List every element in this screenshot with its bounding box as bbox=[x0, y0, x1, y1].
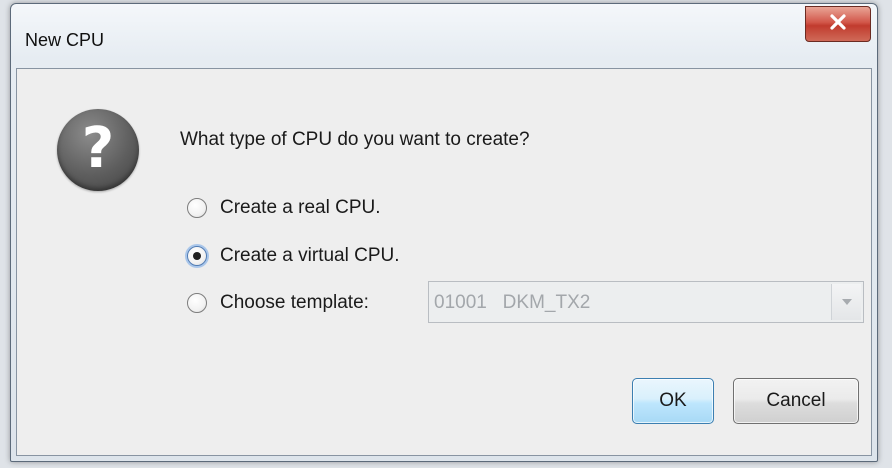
radio-option-real-cpu[interactable]: Create a real CPU. bbox=[187, 197, 381, 219]
radio-virtual-cpu[interactable] bbox=[187, 246, 207, 266]
chevron-down-icon bbox=[841, 293, 853, 311]
title-bar[interactable]: New CPU bbox=[11, 4, 877, 66]
radio-option-template[interactable]: Choose template: bbox=[187, 292, 369, 314]
question-mark-glyph: ? bbox=[81, 116, 115, 181]
template-select[interactable]: 01001 DKM_TX2 bbox=[428, 281, 864, 323]
question-icon: ? bbox=[57, 109, 139, 191]
radio-label-virtual-cpu[interactable]: Create a virtual CPU. bbox=[220, 245, 400, 267]
close-icon bbox=[828, 13, 848, 36]
dialog-window: New CPU ? What type of CPU do you want t… bbox=[10, 3, 878, 462]
template-select-arrow[interactable] bbox=[831, 284, 861, 320]
radio-option-virtual-cpu[interactable]: Create a virtual CPU. bbox=[187, 245, 400, 267]
radio-label-real-cpu[interactable]: Create a real CPU. bbox=[220, 197, 381, 219]
ok-button[interactable]: OK bbox=[632, 378, 714, 424]
radio-choose-template[interactable] bbox=[187, 293, 207, 313]
close-button[interactable] bbox=[805, 6, 871, 42]
window-title: New CPU bbox=[25, 30, 105, 50]
radio-selected-dot bbox=[193, 252, 201, 260]
radio-real-cpu[interactable] bbox=[187, 198, 207, 218]
dialog-message: What type of CPU do you want to create? bbox=[180, 129, 530, 150]
dialog-content: ? What type of CPU do you want to create… bbox=[16, 68, 872, 456]
template-select-value: 01001 DKM_TX2 bbox=[434, 292, 591, 313]
cancel-button[interactable]: Cancel bbox=[733, 378, 859, 424]
radio-label-template[interactable]: Choose template: bbox=[220, 292, 369, 314]
